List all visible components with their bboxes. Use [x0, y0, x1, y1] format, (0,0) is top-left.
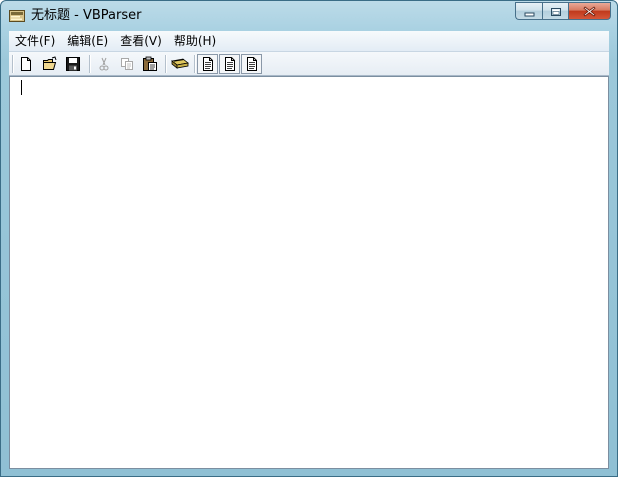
menu-view[interactable]: 查看(V)	[114, 31, 168, 51]
cut-icon	[96, 56, 112, 72]
save-icon	[65, 56, 81, 72]
parse-button[interactable]	[169, 54, 190, 74]
menu-edit[interactable]: 编辑(E)	[61, 31, 114, 51]
caption-buttons	[515, 2, 611, 21]
paste-button[interactable]	[139, 54, 160, 74]
paste-icon	[142, 56, 158, 72]
window-bottom-border[interactable]	[1, 469, 617, 476]
main-window: 无标题 - VBParser 文件(F) 编辑(E) 查看(V) 帮助(H)	[0, 0, 618, 477]
toolbar	[9, 52, 609, 76]
view-document-icon	[245, 56, 259, 72]
view-mode-1-button[interactable]	[197, 54, 218, 74]
view-document-icon	[201, 56, 215, 72]
copy-icon	[119, 56, 135, 72]
title-bar[interactable]: 无标题 - VBParser	[1, 1, 617, 31]
close-icon	[583, 2, 596, 21]
minimize-button[interactable]	[515, 2, 542, 20]
toolbar-grip	[12, 55, 14, 73]
maximize-button[interactable]	[542, 2, 568, 20]
toolbar-separator	[89, 55, 91, 73]
open-button[interactable]	[39, 54, 60, 74]
toolbar-separator	[165, 55, 167, 73]
menu-bar: 文件(F) 编辑(E) 查看(V) 帮助(H)	[9, 31, 609, 52]
menu-file[interactable]: 文件(F)	[9, 31, 61, 51]
parse-icon	[170, 56, 189, 72]
cut-button[interactable]	[93, 54, 114, 74]
editor-area[interactable]	[9, 76, 609, 469]
new-file-button[interactable]	[15, 54, 36, 74]
copy-button[interactable]	[116, 54, 137, 74]
view-mode-2-button[interactable]	[219, 54, 240, 74]
toolbar-separator	[194, 55, 196, 73]
close-button[interactable]	[568, 2, 611, 20]
text-caret	[21, 80, 22, 95]
view-mode-3-button[interactable]	[241, 54, 262, 74]
view-document-icon	[223, 56, 237, 72]
minimize-icon	[524, 2, 535, 21]
window-title: 无标题 - VBParser	[31, 8, 142, 23]
new-file-icon	[18, 56, 34, 72]
maximize-icon	[550, 2, 562, 21]
save-button[interactable]	[62, 54, 83, 74]
app-icon[interactable]	[9, 8, 26, 22]
menu-help[interactable]: 帮助(H)	[168, 31, 222, 51]
open-folder-icon	[42, 56, 58, 72]
